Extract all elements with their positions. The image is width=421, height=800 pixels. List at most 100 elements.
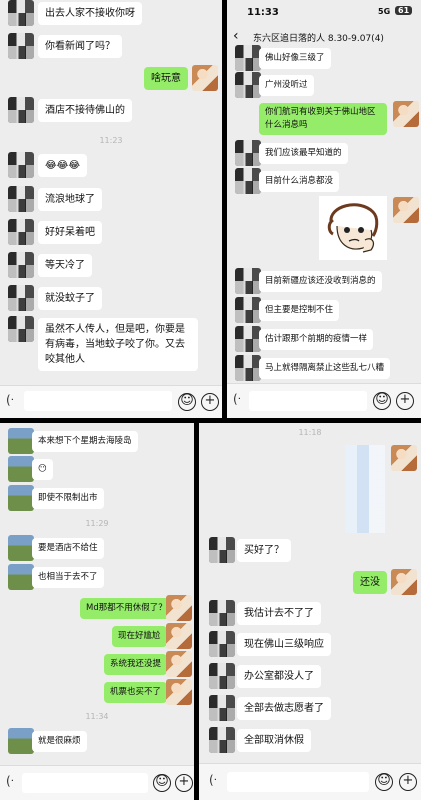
message-input[interactable] [227, 772, 369, 792]
contact-avatar[interactable] [8, 485, 34, 511]
contact-avatar[interactable] [8, 152, 34, 178]
contact-avatar[interactable] [8, 728, 34, 754]
my-avatar[interactable] [391, 569, 417, 595]
input-bar: (ᐧ ☺ + [0, 385, 222, 418]
contact-avatar[interactable] [209, 600, 235, 626]
message-bubble: 但主要是控制不住 [259, 300, 340, 321]
input-bar: (ᐧ ☺ + [227, 383, 421, 418]
message-bubble-self: 你们航司有收到关于佛山地区什么消息吗 [259, 103, 387, 135]
message-bubble: 办公室都没人了 [237, 665, 321, 688]
contact-avatar[interactable] [235, 268, 261, 294]
my-avatar[interactable] [166, 651, 192, 677]
message-bubble: 就是很麻烦 [32, 731, 87, 752]
contact-avatar[interactable] [209, 663, 235, 689]
message-bubble: 要是酒店不给住 [32, 538, 104, 559]
contact-avatar[interactable] [235, 297, 261, 323]
message-bubble: 本来想下个星期去海陵岛 [32, 431, 138, 452]
chat-panel-4: 11:18 买好了？ 还没 我估计去不了了 现在佛山三级响应 办公室都没人了 全… [199, 423, 421, 800]
emoji-icon[interactable]: ☺ [153, 774, 171, 792]
contact-avatar[interactable] [235, 45, 261, 71]
my-avatar[interactable] [393, 197, 419, 223]
my-avatar[interactable] [166, 595, 192, 621]
plus-icon[interactable]: + [399, 773, 417, 791]
contact-avatar[interactable] [8, 535, 34, 561]
message-bubble: 马上就得隔离禁止这些乱七八糟 [259, 358, 391, 379]
message-bubble-self: Md那都不用休假了？ [80, 598, 173, 619]
message-bubble: 等天冷了 [38, 254, 92, 277]
message-bubble: 佛山好像三级了 [259, 48, 331, 69]
chat-panel-2: 11:33 5G 61 ‹ 东六区追日落的人 8.30-9.07(4) 佛山好像… [227, 0, 421, 418]
voice-icon[interactable]: (ᐧ [6, 774, 14, 788]
my-avatar[interactable] [393, 101, 419, 127]
input-bar: (ᐧ ☺ + [0, 765, 194, 800]
message-bubble: 我们应该最早知道的 [259, 143, 348, 164]
contact-avatar[interactable] [8, 316, 34, 342]
contact-avatar[interactable] [8, 252, 34, 278]
contact-avatar[interactable] [209, 695, 235, 721]
contact-avatar[interactable] [235, 168, 261, 194]
message-bubble: 😂😂😂 [38, 154, 88, 177]
message-bubble-self: 现在好尴尬 [112, 626, 167, 647]
voice-icon[interactable]: (ᐧ [6, 393, 14, 407]
timestamp: 11:34 [85, 712, 109, 721]
input-bar: (ᐧ ☺ + [199, 763, 421, 800]
contact-avatar[interactable] [8, 219, 34, 245]
message-bubble: 😶 [32, 459, 53, 480]
contact-avatar[interactable] [8, 186, 34, 212]
message-bubble: 广州没听过 [259, 75, 314, 96]
contact-avatar[interactable] [235, 140, 261, 166]
status-signal: 5G [378, 7, 391, 16]
plus-icon[interactable]: + [201, 393, 219, 411]
emoji-icon[interactable]: ☺ [375, 773, 393, 791]
message-bubble: 出去人家不接收你呀 [38, 2, 142, 25]
contact-avatar[interactable] [209, 537, 235, 563]
emoji-icon[interactable]: ☺ [178, 393, 196, 411]
chat-panel-3: 本来想下个星期去海陵岛 😶 即使不限制出市 11:29 要是酒店不给住 也相当于… [0, 423, 194, 800]
timestamp: 11:29 [85, 519, 109, 528]
blurred-image-message[interactable] [345, 445, 385, 533]
my-avatar[interactable] [192, 65, 218, 91]
timestamp: 11:18 [298, 428, 322, 437]
contact-avatar[interactable] [8, 564, 34, 590]
message-bubble: 即使不限制出市 [32, 488, 104, 509]
contact-avatar[interactable] [8, 428, 34, 454]
message-bubble: 全部取消休假 [237, 729, 311, 752]
voice-icon[interactable]: (ᐧ [209, 773, 217, 787]
contact-avatar[interactable] [8, 0, 34, 26]
message-bubble: 全部去做志愿者了 [237, 697, 331, 720]
contact-avatar[interactable] [209, 727, 235, 753]
message-input[interactable] [22, 773, 148, 793]
message-input[interactable] [24, 391, 172, 411]
my-avatar[interactable] [166, 623, 192, 649]
message-bubble: 好好呆着吧 [38, 221, 102, 244]
contact-avatar[interactable] [8, 97, 34, 123]
battery-indicator: 61 [395, 6, 413, 15]
message-bubble-self: 系统我还没提 [104, 654, 168, 675]
contact-avatar[interactable] [8, 456, 34, 482]
message-bubble-self: 啥玩意 [144, 67, 188, 90]
message-bubble: 目前什么消息都没 [259, 171, 340, 192]
message-input[interactable] [249, 391, 367, 411]
contact-avatar[interactable] [8, 33, 34, 59]
voice-icon[interactable]: (ᐧ [233, 392, 241, 406]
my-avatar[interactable] [166, 679, 192, 705]
message-bubble: 酒店不接待佛山的 [38, 99, 132, 122]
message-bubble: 我估计去不了了 [237, 602, 321, 625]
message-bubble: 虽然不人传人，但是吧，你要是有病毒，当地蚊子咬了你。又去咬其他人 [38, 318, 198, 371]
message-bubble: 估计跟那个前期的疫情一样 [259, 329, 374, 350]
message-bubble: 就没蚊子了 [38, 287, 102, 310]
contact-avatar[interactable] [235, 326, 261, 352]
contact-avatar[interactable] [235, 72, 261, 98]
contact-avatar[interactable] [209, 631, 235, 657]
plus-icon[interactable]: + [175, 774, 193, 792]
contact-avatar[interactable] [8, 285, 34, 311]
chat-title: 东六区追日落的人 8.30-9.07(4) [253, 34, 384, 44]
contact-avatar[interactable] [235, 355, 261, 381]
plus-icon[interactable]: + [396, 392, 414, 410]
sticker-image[interactable] [319, 196, 387, 260]
emoji-icon[interactable]: ☺ [373, 392, 391, 410]
back-icon[interactable]: ‹ [233, 28, 239, 44]
my-avatar[interactable] [391, 445, 417, 471]
message-bubble-self: 机票也买不了 [104, 682, 168, 703]
timestamp: 11:23 [99, 136, 123, 145]
